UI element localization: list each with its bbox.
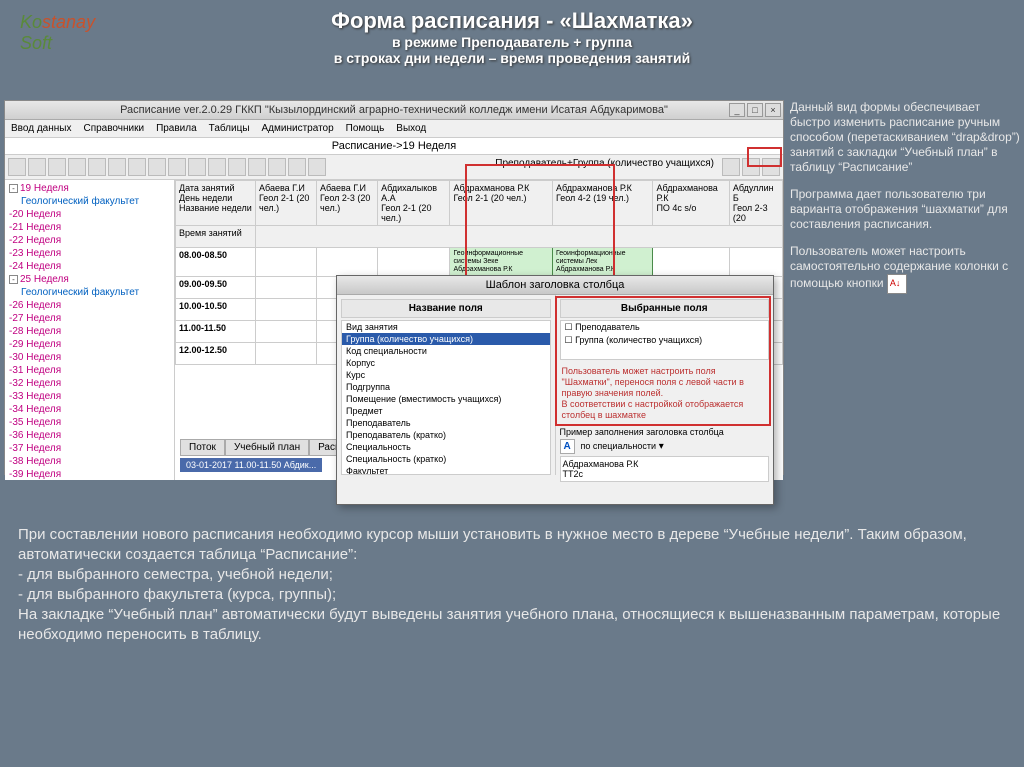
field-option[interactable]: Подгруппа xyxy=(342,381,550,393)
toolbar-btn[interactable] xyxy=(68,158,86,176)
tree-item[interactable]: -19 Неделя xyxy=(7,182,172,195)
slide-subtitle-2: в строках дни недели – время проведения … xyxy=(140,50,884,66)
toolbar-btn[interactable] xyxy=(128,158,146,176)
toolbar-btn[interactable] xyxy=(88,158,106,176)
available-fields-header: Название поля xyxy=(341,299,551,318)
tree-item[interactable]: -31 Неделя xyxy=(7,364,172,377)
field-option[interactable]: Преподаватель (кратко) xyxy=(342,429,550,441)
field-option[interactable]: Предмет xyxy=(342,405,550,417)
toolbar-btn[interactable] xyxy=(208,158,226,176)
menu-item[interactable]: Таблицы xyxy=(209,123,250,134)
toolbar-btn[interactable] xyxy=(228,158,246,176)
column-template-dialog: Шаблон заголовка столбца Название поля В… xyxy=(336,275,774,505)
toolbar-btn[interactable] xyxy=(288,158,306,176)
selected-fields-header: Выбранные поля xyxy=(560,299,770,318)
toolbar-btn[interactable] xyxy=(48,158,66,176)
toolbar-btn[interactable] xyxy=(168,158,186,176)
tree-item[interactable]: -34 Неделя xyxy=(7,403,172,416)
toolbar-btn[interactable] xyxy=(28,158,46,176)
field-option[interactable]: Вид занятия xyxy=(342,321,550,333)
tree-item[interactable]: -20 Неделя xyxy=(7,208,172,221)
field-option[interactable]: Группа (количество учащихся) xyxy=(342,333,550,345)
example-dropdown[interactable]: по специальности xyxy=(581,441,657,451)
logo: Kostanay Soft xyxy=(20,12,95,54)
toolbar-btn[interactable] xyxy=(148,158,166,176)
tree-item[interactable]: -35 Неделя xyxy=(7,416,172,429)
minimize-button[interactable]: _ xyxy=(729,103,745,117)
field-option[interactable]: Преподаватель xyxy=(342,417,550,429)
tree-item[interactable]: -36 Неделя xyxy=(7,429,172,442)
tab[interactable]: Поток xyxy=(180,439,225,456)
tree-item[interactable]: -25 Неделя xyxy=(7,273,172,286)
menu-item[interactable]: Справочники xyxy=(83,123,144,134)
tree-item[interactable]: Геологический факультет xyxy=(7,195,172,208)
slide-title-block: Форма расписания - «Шахматка» в режиме П… xyxy=(0,0,1024,72)
tree-item[interactable]: -38 Неделя xyxy=(7,455,172,468)
menu-item[interactable]: Администратор xyxy=(262,123,334,134)
selected-fields-list[interactable]: ☐ Преподаватель☐ Группа (количество учащ… xyxy=(560,320,770,360)
sort-icon xyxy=(887,274,907,294)
field-option[interactable]: Корпус xyxy=(342,357,550,369)
description-right: Данный вид формы обеспечивает быстро изм… xyxy=(790,100,1020,306)
tree-item[interactable]: Геологический факультет xyxy=(7,286,172,299)
selected-field[interactable]: ☐ Преподаватель xyxy=(561,321,769,334)
slide-title: Форма расписания - «Шахматка» xyxy=(140,8,884,34)
tree-item[interactable]: -37 Неделя xyxy=(7,442,172,455)
sort-columns-button[interactable] xyxy=(742,158,760,176)
tree-item[interactable]: -23 Неделя xyxy=(7,247,172,260)
tree-item[interactable]: -22 Неделя xyxy=(7,234,172,247)
bold-a-icon[interactable]: A xyxy=(560,439,575,454)
toolbar-btn[interactable] xyxy=(8,158,26,176)
menu-item[interactable]: Помощь xyxy=(346,123,385,134)
tree-item[interactable]: -39 Неделя xyxy=(7,468,172,480)
toolbar-btn[interactable] xyxy=(308,158,326,176)
tree-item[interactable]: -24 Неделя xyxy=(7,260,172,273)
tree-item[interactable]: -28 Неделя xyxy=(7,325,172,338)
description-bottom: При составлении нового расписания необхо… xyxy=(18,525,1008,645)
field-option[interactable]: Факультет xyxy=(342,465,550,475)
field-option[interactable]: Специальность (кратко) xyxy=(342,453,550,465)
breadcrumb: Расписание->19 Неделя xyxy=(5,138,783,155)
menu-item[interactable]: Ввод данных xyxy=(11,123,71,134)
field-option[interactable]: Курс xyxy=(342,369,550,381)
window-controls: _ □ × xyxy=(729,103,781,117)
tree-item[interactable]: -33 Неделя xyxy=(7,390,172,403)
field-option[interactable]: Код специальности xyxy=(342,345,550,357)
dialog-note: Пользователь может настроить поля "Шахма… xyxy=(560,364,770,423)
mode-label: Преподаватель+Группа (количество учащихс… xyxy=(495,158,720,176)
close-button[interactable]: × xyxy=(765,103,781,117)
toolbar-btn[interactable] xyxy=(188,158,206,176)
selected-field[interactable]: ☐ Группа (количество учащихся) xyxy=(561,334,769,347)
dialog-titlebar: Шаблон заголовка столбца xyxy=(337,276,773,295)
menubar: Ввод данных Справочники Правила Таблицы Адми… xyxy=(5,120,783,138)
toolbar-btn[interactable] xyxy=(108,158,126,176)
selected-lesson-row[interactable]: 03-01-2017 11.00-11.50 Абдик... xyxy=(180,458,322,472)
tree-item[interactable]: -30 Неделя xyxy=(7,351,172,364)
menu-item[interactable]: Правила xyxy=(156,123,197,134)
field-option[interactable]: Помещение (вместимость учащихся) xyxy=(342,393,550,405)
toolbar-btn[interactable] xyxy=(722,158,740,176)
toolbar: Преподаватель+Группа (количество учащихс… xyxy=(5,155,783,180)
toolbar-btn[interactable] xyxy=(762,158,780,176)
example-preview: Абдрахманова Р.КТТ2с xyxy=(560,456,770,482)
field-option[interactable]: Специальность xyxy=(342,441,550,453)
app-titlebar: Расписание ver.2.0.29 ГККП "Кызылординск… xyxy=(5,101,783,120)
weeks-tree[interactable]: -19 НеделяГеологический факультет-20 Нед… xyxy=(5,180,175,480)
tab[interactable]: Учебный план xyxy=(225,439,309,456)
toolbar-btn[interactable] xyxy=(268,158,286,176)
tree-item[interactable]: -21 Неделя xyxy=(7,221,172,234)
tree-item[interactable]: -27 Неделя xyxy=(7,312,172,325)
tree-item[interactable]: -32 Неделя xyxy=(7,377,172,390)
example-label: Пример заполнения заголовка столбца xyxy=(560,427,770,437)
tree-item[interactable]: -29 Неделя xyxy=(7,338,172,351)
tree-item[interactable]: -26 Неделя xyxy=(7,299,172,312)
menu-item[interactable]: Выход xyxy=(396,123,426,134)
available-fields-list[interactable]: Вид занятияГруппа (количество учащихся)К… xyxy=(341,320,551,475)
toolbar-btn[interactable] xyxy=(248,158,266,176)
maximize-button[interactable]: □ xyxy=(747,103,763,117)
slide-subtitle-1: в режиме Преподаватель + группа xyxy=(140,34,884,50)
